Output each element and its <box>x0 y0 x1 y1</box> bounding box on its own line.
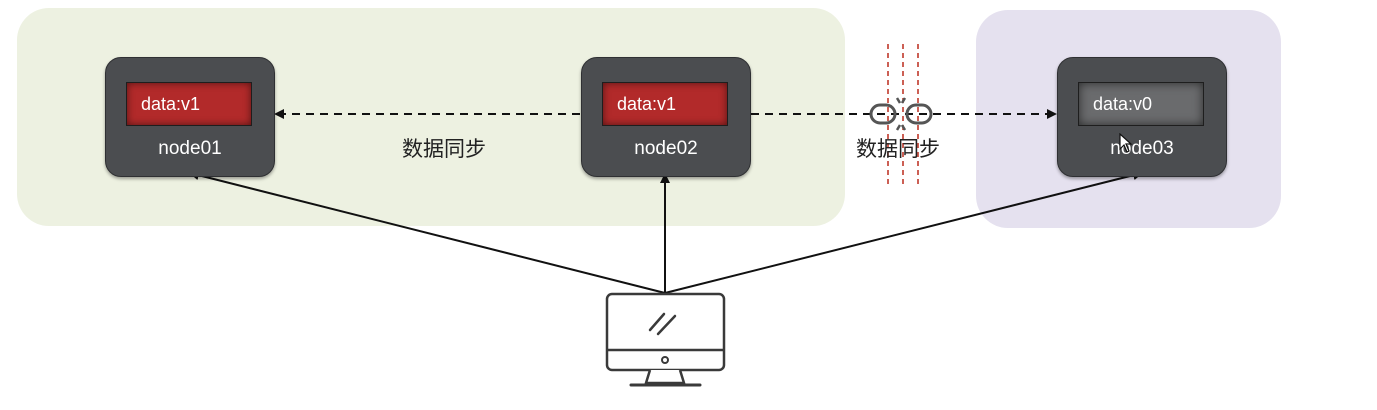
sync-label: 数据同步 <box>402 138 486 161</box>
client-to-node01-arrow <box>189 170 666 294</box>
mouse-cursor-icon <box>1119 133 1133 153</box>
desktop-monitor-icon <box>605 292 726 387</box>
node-name: node03 <box>1110 138 1174 159</box>
node-data-value: data:v1 <box>602 82 728 126</box>
node-name: node02 <box>634 138 698 159</box>
node-node01: data:v1 node01 <box>105 57 275 177</box>
node-name: node01 <box>158 138 222 159</box>
node-node03: data:v0 node03 <box>1057 57 1227 177</box>
node-node02: data:v1 node02 <box>581 57 751 177</box>
client-to-node03-arrow <box>664 170 1143 294</box>
sync-label: 数据同步 <box>856 138 940 161</box>
node-data-value: data:v1 <box>126 82 252 126</box>
node-data-value: data:v0 <box>1078 82 1204 126</box>
